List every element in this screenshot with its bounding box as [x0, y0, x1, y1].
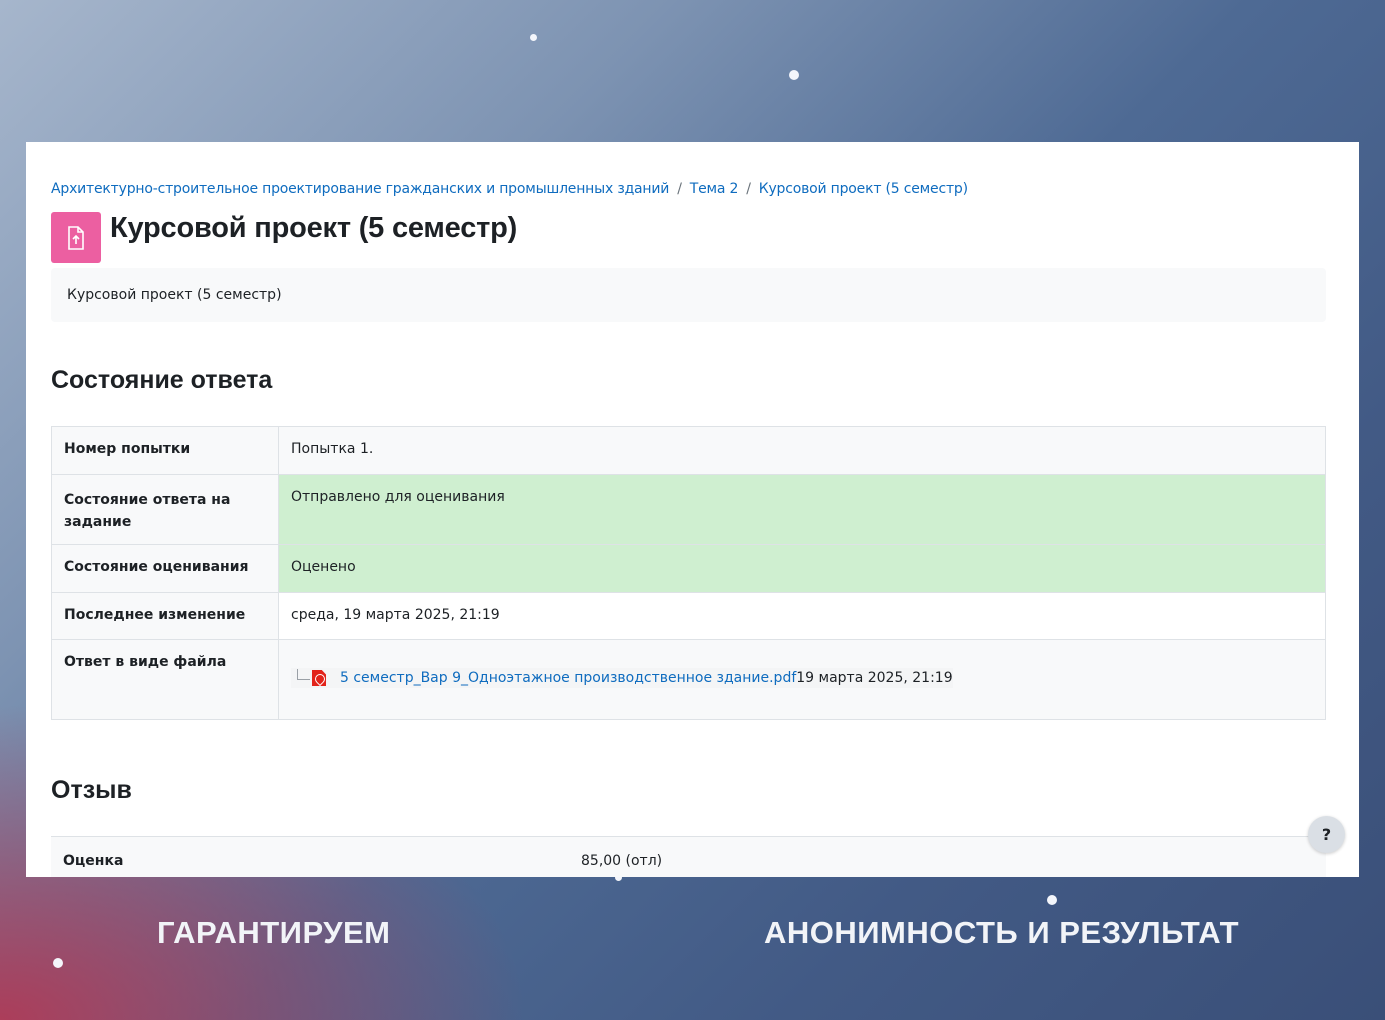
help-button[interactable]: ? — [1308, 816, 1345, 853]
row-label: Номер попытки — [51, 426, 279, 475]
breadcrumb-current-link[interactable]: Курсовой проект (5 семестр) — [759, 181, 968, 197]
file-date: 19 марта 2025, 21:19 — [796, 670, 953, 686]
table-row: Ответ в виде файла 5 семестр_Вар 9_Одноэ… — [51, 639, 1326, 720]
table-row: Номер попытки Попытка 1. — [51, 426, 1326, 475]
row-label: Состояние ответа на задание — [51, 474, 279, 545]
page-title: Курсовой проект (5 семестр) — [110, 212, 518, 244]
feedback-heading: Отзыв — [51, 776, 132, 804]
slogan-right: АНОНИМНОСТЬ И РЕЗУЛЬТАТ — [764, 915, 1240, 950]
file-entry: 5 семестр_Вар 9_Одноэтажное производстве… — [291, 668, 953, 688]
row-label: Последнее изменение — [51, 592, 279, 640]
decor-dot — [53, 958, 63, 968]
submission-status-value: Отправлено для оценивания — [278, 474, 1326, 545]
attempt-number: Попытка 1. — [278, 426, 1326, 475]
decor-dot — [789, 70, 799, 80]
decor-dot — [530, 34, 537, 41]
breadcrumb: Архитектурно-строительное проектирование… — [51, 181, 968, 197]
breadcrumb-separator: / — [746, 181, 751, 197]
table-row: Состояние оценивания Оценено — [51, 544, 1326, 593]
table-row: Состояние ответа на задание Отправлено д… — [51, 474, 1326, 545]
table-row: Последнее изменение среда, 19 марта 2025… — [51, 592, 1326, 640]
feedback-table: Оценка 85,00 (отл) — [51, 836, 1326, 877]
tree-connector — [297, 668, 310, 680]
assignment-upload-icon — [51, 212, 101, 263]
assignment-page: Архитектурно-строительное проектирование… — [26, 142, 1359, 877]
description-text: Курсовой проект (5 семестр) — [67, 287, 282, 303]
pdf-icon — [312, 670, 326, 686]
grade-value: 85,00 (отл) — [581, 853, 663, 869]
breadcrumb-topic-link[interactable]: Тема 2 — [690, 181, 739, 197]
submitted-file-link[interactable]: 5 семестр_Вар 9_Одноэтажное производстве… — [340, 670, 796, 686]
slogan-left: ГАРАНТИРУЕМ — [157, 915, 391, 950]
last-modified-value: среда, 19 марта 2025, 21:19 — [278, 592, 1326, 640]
row-label: Состояние оценивания — [51, 544, 279, 593]
grading-status-value: Оценено — [278, 544, 1326, 593]
grade-label: Оценка — [63, 853, 124, 869]
assignment-description: Курсовой проект (5 семестр) — [51, 268, 1326, 322]
file-submission-cell: 5 семестр_Вар 9_Одноэтажное производстве… — [278, 639, 1326, 720]
submission-status-table: Номер попытки Попытка 1. Состояние ответ… — [51, 426, 1326, 720]
decor-dot — [1047, 895, 1057, 905]
submission-status-heading: Состояние ответа — [51, 366, 273, 394]
row-label: Ответ в виде файла — [51, 639, 279, 720]
breadcrumb-course-link[interactable]: Архитектурно-строительное проектирование… — [51, 181, 669, 197]
breadcrumb-separator: / — [677, 181, 682, 197]
